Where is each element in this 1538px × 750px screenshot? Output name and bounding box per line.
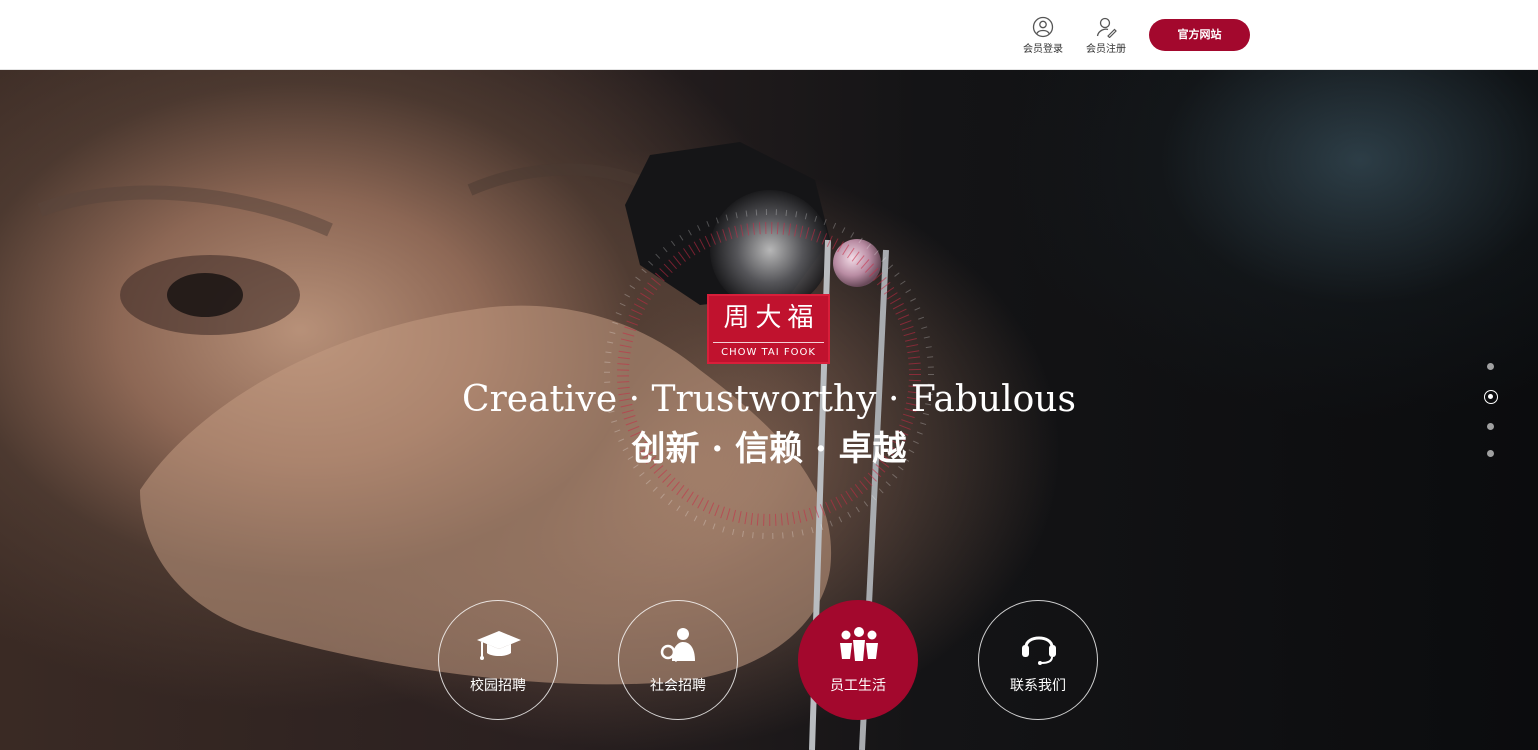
headset-icon — [1022, 636, 1056, 665]
tagline-english: Creative · Trustworthy · Fabulous — [462, 379, 1076, 420]
brand-logo-cn: 周大福 — [723, 303, 820, 333]
hero-banner: 周大福 CHOW TAI FOOK Creative · Trustworthy… — [0, 70, 1538, 750]
brand-logo-en: CHOW TAI FOOK — [721, 347, 816, 358]
nav-label: 校园招聘 — [470, 678, 526, 694]
nav-label: 联系我们 — [1010, 678, 1066, 694]
member-login-link[interactable]: 会员登录 — [1015, 16, 1071, 55]
slide-dot-3[interactable] — [1487, 423, 1494, 430]
slide-dot-2-active[interactable] — [1484, 390, 1498, 404]
person-search-icon — [660, 628, 695, 663]
site-header: 会员登录 会员注册 官方网站 — [0, 0, 1538, 70]
slide-dot-1[interactable] — [1487, 363, 1494, 370]
tagline-chinese: 创新 · 信赖 · 卓越 — [631, 429, 907, 469]
member-register-label: 会员注册 — [1086, 44, 1126, 55]
official-site-button[interactable]: 官方网站 — [1149, 19, 1250, 51]
brand-logo: 周大福 CHOW TAI FOOK — [707, 294, 830, 364]
member-register-link[interactable]: 会员注册 — [1078, 16, 1134, 55]
graduation-cap-icon — [477, 631, 521, 660]
nav-label: 员工生活 — [830, 678, 886, 694]
user-edit-icon — [1096, 17, 1117, 38]
user-circle-icon — [1032, 16, 1054, 38]
member-login-label: 会员登录 — [1023, 44, 1063, 55]
group-people-icon — [840, 627, 878, 661]
slide-dot-4[interactable] — [1487, 450, 1494, 457]
nav-label: 社会招聘 — [650, 678, 706, 694]
nav-employee-life[interactable]: 员工生活 — [798, 600, 918, 720]
nav-campus-recruitment[interactable]: 校园招聘 — [438, 600, 558, 720]
nav-social-recruitment[interactable]: 社会招聘 — [618, 600, 738, 720]
page: 会员登录 会员注册 官方网站 周大福 CHOW TAI FOOK Creativ… — [0, 0, 1538, 750]
logo-divider — [713, 342, 824, 343]
nav-contact-us[interactable]: 联系我们 — [978, 600, 1098, 720]
